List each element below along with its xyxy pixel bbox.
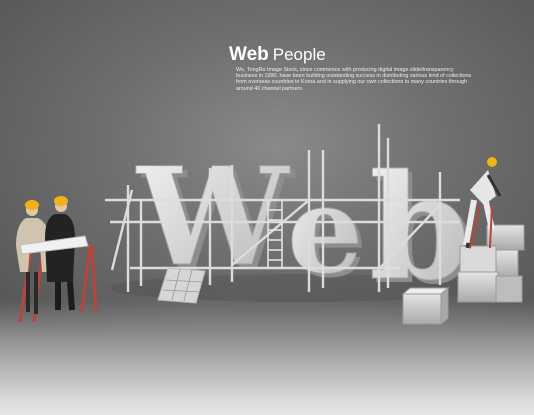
people-figures bbox=[16, 196, 89, 314]
web-sign-illustration: W W e e b b bbox=[16, 124, 525, 326]
helmet-icon bbox=[487, 157, 497, 167]
scene: Web People We, TongRo Image Stock, since … bbox=[0, 0, 534, 415]
sign-letter-e: e bbox=[287, 160, 363, 301]
